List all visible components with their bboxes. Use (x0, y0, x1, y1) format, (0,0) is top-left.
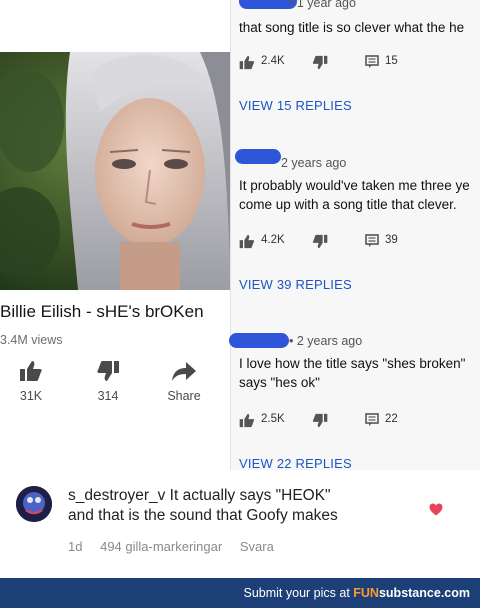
thumbs-up-icon[interactable] (239, 413, 255, 428)
comment-actions: 2.5K 22 (239, 411, 479, 429)
video-thumbnail[interactable] (0, 52, 232, 290)
footer-text: Submit your pics at FUNsubstance.com (244, 586, 471, 600)
comment-time: • 2 years ago (289, 334, 363, 348)
share-arrow-icon (172, 362, 196, 381)
comment-age: 1d (68, 539, 83, 554)
portrait-image (0, 52, 232, 290)
heart-icon[interactable] (429, 503, 443, 516)
site-footer: Submit your pics at FUNsubstance.com (0, 578, 480, 608)
comment-text: that song title is so clever what the he (239, 18, 464, 37)
avatar-image (16, 486, 52, 522)
like-count: 2.4K (261, 55, 285, 67)
comment-body: s_destroyer_v It actually says "HEOK" an… (68, 486, 338, 526)
comment-line: says "hes ok" (239, 375, 320, 390)
comments-panel: • 1 year ago that song title is so cleve… (229, 0, 480, 471)
comment-line: come up with a song title that clever. (239, 197, 457, 212)
footer-brand-link[interactable]: FUNsubstance.com (353, 586, 470, 600)
comment-likes[interactable]: 494 gilla-markeringar (100, 539, 222, 554)
share-label: Share (167, 389, 201, 403)
share-button[interactable]: Share (154, 360, 214, 403)
brand-fun: FUN (353, 586, 379, 600)
comment-time: 2 years ago (281, 156, 347, 170)
redacted-username (229, 333, 289, 348)
reply-icon[interactable] (365, 55, 379, 69)
comment-text: It probably would've taken me three ye c… (239, 176, 470, 214)
thumbs-down-icon[interactable] (312, 234, 328, 249)
like-count: 4.2K (261, 234, 285, 246)
video-title[interactable]: Billie Eilish - sHE's brOKen (0, 302, 232, 322)
thumbs-down-icon (97, 361, 119, 381)
view-count: 3.4M views (0, 333, 63, 347)
comment-username[interactable]: s_destroyer_v (68, 487, 165, 504)
dislike-button[interactable]: 314 (78, 360, 138, 403)
view-replies-link[interactable]: VIEW 39 REPLIES (239, 277, 352, 292)
comment-actions: 4.2K 39 (239, 232, 479, 250)
view-replies-link[interactable]: VIEW 22 REPLIES (239, 456, 352, 471)
comment-text: I love how the title says "shes broken" … (239, 354, 465, 392)
like-count: 2.5K (261, 413, 285, 425)
thumbs-down-icon[interactable] (312, 55, 328, 70)
comment-time: • 1 year ago (289, 0, 356, 10)
brand-suffix: .com (440, 586, 470, 600)
comment-line: that song title is so clever what the he (239, 20, 465, 35)
thumbs-up-icon[interactable] (239, 55, 255, 70)
avatar[interactable] (16, 486, 52, 522)
reply-link[interactable]: Svara (240, 539, 274, 554)
comment-line: I love how the title says "shes broken" (239, 356, 466, 371)
thumbs-down-icon[interactable] (312, 413, 328, 428)
comment-first-line: s_destroyer_v It actually says "HEOK" (68, 486, 338, 506)
comment-actions: 2.4K 15 (239, 53, 479, 71)
brand-rest: substance (378, 586, 441, 600)
video-card: Billie Eilish - sHE's brOKen 3.4M views … (0, 0, 232, 448)
like-count: 31K (19, 389, 43, 403)
reply-count: 39 (385, 234, 398, 246)
thumbs-up-icon[interactable] (239, 234, 255, 249)
comment-meta: 1d 494 gilla-markeringar Svara (68, 539, 288, 554)
comment-text-line2: and that is the sound that Goofy makes (68, 507, 338, 524)
reply-count: 22 (385, 413, 398, 425)
redacted-username (235, 149, 281, 164)
like-button[interactable]: 31K (1, 360, 61, 403)
reply-icon[interactable] (365, 234, 379, 248)
thumbs-up-icon (20, 361, 42, 381)
view-replies-link[interactable]: VIEW 15 REPLIES (239, 98, 352, 113)
footer-prefix: Submit your pics at (243, 586, 354, 600)
comment-line: It probably would've taken me three ye (239, 178, 470, 193)
comment-text: It actually says "HEOK" (165, 487, 331, 504)
reply-icon[interactable] (365, 413, 379, 427)
reply-count: 15 (385, 55, 398, 67)
instagram-comment: s_destroyer_v It actually says "HEOK" an… (0, 472, 480, 578)
dislike-count: 314 (97, 389, 119, 403)
